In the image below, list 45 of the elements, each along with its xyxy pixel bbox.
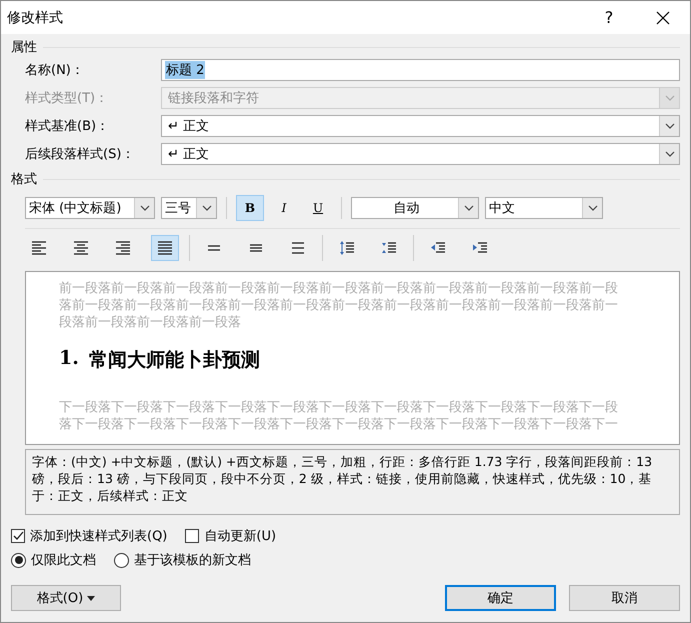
format-button[interactable]: 格式(O) [11, 585, 121, 611]
color-dropdown[interactable]: 自动 [351, 197, 479, 219]
space-down-icon [381, 240, 397, 256]
previous-paragraph-text: 前一段落前一段落前一段落前一段落前一段落前一段落前一段落前一段落前一段落前一段落前一段落前一段落前一段落前一段落前一段落前一段落前一段落前一段落前一段落前一段落前一段落前一段落前一段落前一段落前一段落 [59, 280, 618, 331]
selected-text: 标题 2 [165, 61, 206, 79]
radio-label: 基于该模板的新文档 [134, 552, 251, 569]
radio-label: 仅限此文档 [31, 552, 96, 569]
heading-number: 1. [59, 347, 79, 371]
heading-text: 常闻大师能卜卦预测 [88, 348, 260, 373]
checkbox-label: 添加到快速样式列表(Q) [30, 528, 168, 545]
field-label: 名称(N)： [25, 62, 85, 79]
double-icon [290, 240, 306, 256]
font-dropdown[interactable]: 宋体 (中文标题) [25, 197, 155, 219]
checkbox-label: 自动更新(U) [204, 528, 276, 545]
radio-button[interactable] [11, 552, 26, 568]
checkbox[interactable] [11, 529, 25, 543]
next-paragraph-text: 下一段落下一段落下一段落下一段落下一段落下一段落下一段落下一段落下一段落下一段落下一段落下一段落下一段落下一段落下一段落下一段落下一段落下一段落下一段落下一段落下一段落下一 [59, 399, 618, 433]
align-center-icon [73, 240, 89, 256]
caret-icon [87, 596, 96, 600]
checkbox[interactable] [185, 529, 200, 543]
cancel-button[interactable]: 取消 [569, 585, 680, 611]
style-dropdown[interactable]: ↵ 正文 [161, 143, 680, 165]
language-dropdown[interactable]: 中文 [485, 197, 603, 219]
section-heading: 格式 [11, 171, 37, 188]
section-heading: 属性 [11, 39, 37, 56]
underline-button[interactable]: U [304, 195, 332, 221]
name-field[interactable]: 标题 2 [161, 59, 680, 81]
space-up-icon [339, 240, 355, 256]
help-button[interactable]: ? [582, 1, 636, 34]
window-title: 修改样式 [7, 8, 64, 26]
size-dropdown[interactable]: 三号 [161, 197, 217, 219]
radio-button[interactable] [114, 552, 129, 568]
close-icon [656, 10, 670, 24]
justify-button[interactable] [151, 235, 179, 261]
style-dropdown[interactable]: ↵ 正文 [161, 115, 680, 137]
ok-button[interactable]: 确定 [445, 585, 556, 611]
align-left-icon [31, 240, 47, 256]
align-right-icon [115, 240, 131, 256]
italic-button[interactable]: I [270, 195, 298, 221]
field-label: 样式基准(B)： [25, 118, 110, 135]
field-label: 样式类型(T)： [25, 90, 110, 107]
bold-button[interactable]: B [236, 195, 264, 221]
style-description: 字体：(中文) +中文标题，(默认) +西文标题，三号，加粗，行距：多倍行距 1.73 字行，段落间距段前：13 磅，段后：13 磅，与下段同页，段中不分页，2 级，样式：链接，使用前隐藏，快速样式，优先级：10，基于：正文，后续样式：正文 [25, 449, 680, 515]
justify-icon [157, 240, 173, 256]
field-label: 后续段落样式(S)： [25, 146, 136, 163]
